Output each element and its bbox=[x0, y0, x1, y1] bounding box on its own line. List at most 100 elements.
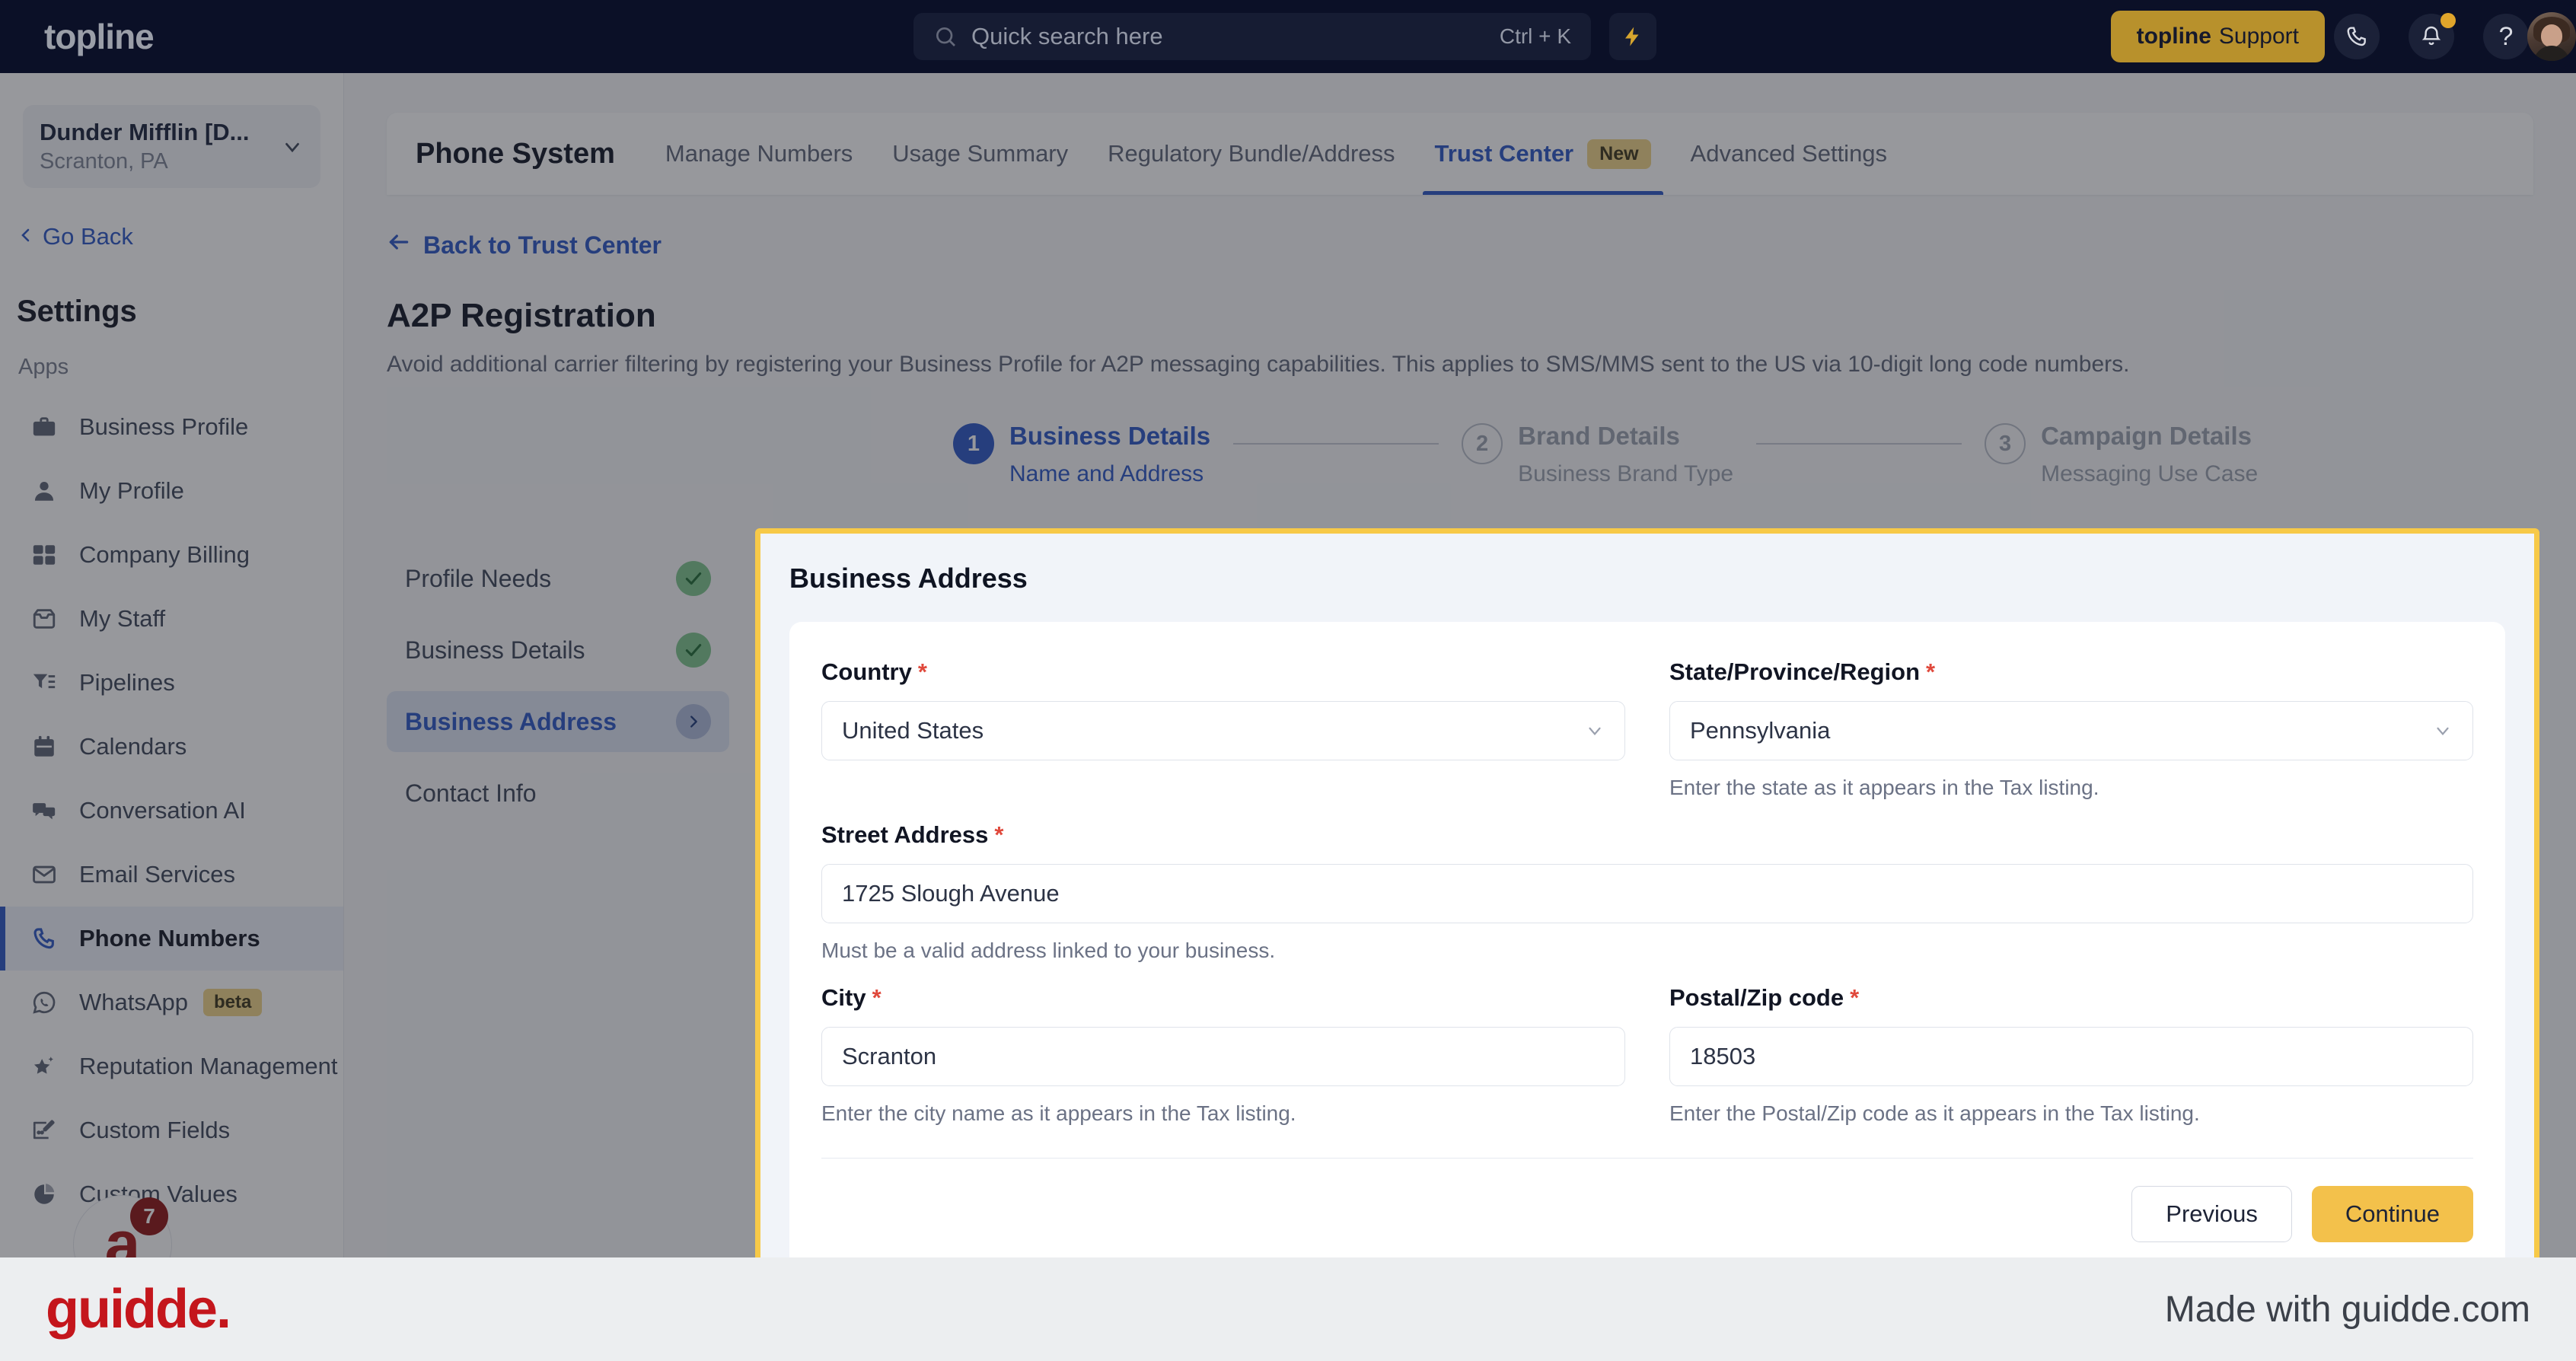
card-title: Business Address bbox=[789, 563, 1028, 594]
sidebar-item-my-profile[interactable]: My Profile bbox=[0, 459, 343, 523]
step-texts: Campaign Details Messaging Use Case bbox=[2041, 422, 2258, 487]
previous-button[interactable]: Previous bbox=[2131, 1186, 2292, 1242]
tab-advanced-settings[interactable]: Advanced Settings bbox=[1671, 114, 1908, 193]
go-back-label: Go Back bbox=[43, 223, 133, 250]
subnav-item-business-address[interactable]: Business Address bbox=[387, 691, 729, 752]
country-label: Country * bbox=[821, 658, 1625, 686]
topline-logo[interactable]: topline bbox=[44, 16, 155, 57]
pencil-box-icon bbox=[29, 1117, 59, 1143]
form-row-city-postal: City * Scranton Enter the city name as it… bbox=[821, 984, 2473, 1126]
sidebar-item-custom-fields[interactable]: Custom Fields bbox=[0, 1098, 343, 1162]
required-asterisk: * bbox=[1850, 984, 1860, 1011]
step-number: 1 bbox=[953, 423, 994, 464]
sidebar-item-business-profile[interactable]: Business Profile bbox=[0, 395, 343, 459]
tab-usage-summary[interactable]: Usage Summary bbox=[872, 114, 1088, 193]
state-value: Pennsylvania bbox=[1690, 717, 1831, 744]
postal-value: 18503 bbox=[1690, 1043, 1756, 1069]
org-text: Dunder Mifflin [D... Scranton, PA bbox=[40, 119, 281, 174]
a2p-registration-description: Avoid additional carrier filtering by re… bbox=[387, 352, 2130, 377]
tab-label: Usage Summary bbox=[892, 140, 1069, 167]
person-icon bbox=[29, 478, 59, 504]
go-back-link[interactable]: Go Back bbox=[17, 223, 343, 250]
required-asterisk: * bbox=[1926, 658, 1936, 685]
tab-label: Advanced Settings bbox=[1690, 140, 1888, 167]
sidebar-item-reputation-management[interactable]: Reputation Management bbox=[0, 1034, 343, 1098]
registration-stepper: 1 Business Details Name and Address 2 Br… bbox=[344, 422, 2576, 487]
topline-support-button[interactable]: topline Support bbox=[2110, 11, 2325, 62]
tab-trust-center[interactable]: Trust Center New bbox=[1415, 113, 1671, 195]
tab-bar: Phone System Manage Numbers Usage Summar… bbox=[387, 113, 2533, 195]
step-texts: Brand Details Business Brand Type bbox=[1518, 422, 1733, 487]
avatar[interactable] bbox=[2527, 12, 2576, 61]
section-title: Phone System bbox=[416, 137, 615, 170]
step-brand-details[interactable]: 2 Brand Details Business Brand Type bbox=[1462, 422, 1733, 487]
country-select[interactable]: United States bbox=[821, 701, 1625, 760]
chevron-down-icon bbox=[2433, 721, 2453, 741]
sidebar-item-email-services[interactable]: Email Services bbox=[0, 843, 343, 907]
sidebar-item-my-staff[interactable]: My Staff bbox=[0, 587, 343, 651]
tab-manage-numbers[interactable]: Manage Numbers bbox=[646, 114, 872, 193]
bell-icon[interactable] bbox=[2409, 13, 2456, 59]
page-title: Settings bbox=[17, 295, 137, 328]
sidebar-item-company-billing[interactable]: Company Billing bbox=[0, 523, 343, 587]
sidebar: Dunder Mifflin [D... Scranton, PA Go Bac… bbox=[0, 73, 344, 1294]
subnav-item-contact-info[interactable]: Contact Info bbox=[387, 763, 729, 824]
calendar-icon bbox=[29, 734, 59, 760]
city-label-text: City bbox=[821, 984, 866, 1011]
step-title: Campaign Details bbox=[2041, 422, 2252, 450]
envelope-icon bbox=[29, 862, 59, 888]
sidebar-item-custom-values[interactable]: Custom Values bbox=[0, 1162, 343, 1226]
filter-icon bbox=[29, 670, 59, 696]
postal-input[interactable]: 18503 bbox=[1669, 1027, 2473, 1086]
chat-bubbles-icon bbox=[29, 798, 59, 824]
step-connector bbox=[1233, 443, 1439, 445]
street-label-text: Street Address bbox=[821, 821, 989, 848]
sidebar-item-whatsapp[interactable]: WhatsApp beta bbox=[0, 971, 343, 1034]
city-value: Scranton bbox=[842, 1043, 937, 1069]
back-to-trust-center-link[interactable]: Back to Trust Center bbox=[387, 230, 2576, 260]
org-switcher[interactable]: Dunder Mifflin [D... Scranton, PA bbox=[23, 105, 320, 188]
arrow-left-icon bbox=[387, 230, 423, 260]
sidebar-item-calendars[interactable]: Calendars bbox=[0, 715, 343, 779]
top-bar: topline Quick search here Ctrl + K topli… bbox=[0, 0, 2576, 73]
subnav-item-profile-needs[interactable]: Profile Needs bbox=[387, 548, 729, 609]
continue-button[interactable]: Continue bbox=[2311, 1186, 2473, 1242]
step-subtitle: Name and Address bbox=[1009, 461, 1204, 486]
whatsapp-icon bbox=[29, 990, 59, 1015]
phone-icon[interactable] bbox=[2334, 14, 2380, 59]
support-label: Support bbox=[2218, 24, 2299, 49]
sidebar-item-label: Custom Fields bbox=[79, 1117, 231, 1143]
tab-regulatory-bundle-address[interactable]: Regulatory Bundle/Address bbox=[1088, 114, 1414, 193]
street-value: 1725 Slough Avenue bbox=[842, 880, 1060, 907]
state-label: State/Province/Region * bbox=[1669, 658, 2473, 686]
check-icon bbox=[676, 633, 711, 668]
chevron-right-icon bbox=[676, 704, 711, 739]
search-input[interactable]: Quick search here Ctrl + K bbox=[913, 13, 1591, 60]
search-icon bbox=[933, 24, 958, 49]
form-row-street: Street Address * 1725 Slough Avenue Must … bbox=[821, 821, 2473, 963]
state-select[interactable]: Pennsylvania bbox=[1669, 701, 2473, 760]
city-input[interactable]: Scranton bbox=[821, 1027, 1625, 1086]
sidebar-item-pipelines[interactable]: Pipelines bbox=[0, 651, 343, 715]
sidebar-item-phone-numbers[interactable]: Phone Numbers bbox=[0, 907, 343, 971]
form-panel: Country * United States State/Province/R… bbox=[789, 622, 2505, 1276]
step-subtitle: Messaging Use Case bbox=[2041, 461, 2259, 486]
sidebar-item-label: Company Billing bbox=[79, 541, 250, 568]
form-row-country-state: Country * United States State/Province/R… bbox=[821, 658, 2473, 800]
phone-icon bbox=[29, 926, 59, 951]
step-business-details[interactable]: 1 Business Details Name and Address bbox=[953, 422, 1210, 487]
step-connector bbox=[1756, 443, 1962, 445]
inbox-icon bbox=[29, 606, 59, 632]
required-asterisk: * bbox=[994, 821, 1004, 848]
help-glyph: ? bbox=[2498, 21, 2514, 51]
step-title: Brand Details bbox=[1518, 422, 1680, 450]
org-location: Scranton, PA bbox=[40, 149, 168, 174]
step-campaign-details[interactable]: 3 Campaign Details Messaging Use Case bbox=[1985, 422, 2258, 487]
subnav-item-business-details[interactable]: Business Details bbox=[387, 620, 729, 680]
street-address-input[interactable]: 1725 Slough Avenue bbox=[821, 864, 2473, 923]
help-icon[interactable]: ? bbox=[2483, 14, 2529, 59]
step-texts: Business Details Name and Address bbox=[1009, 422, 1210, 487]
city-label: City * bbox=[821, 984, 1625, 1012]
lightning-bolt-icon[interactable] bbox=[1609, 13, 1656, 60]
sidebar-item-conversation-ai[interactable]: Conversation AI bbox=[0, 779, 343, 843]
